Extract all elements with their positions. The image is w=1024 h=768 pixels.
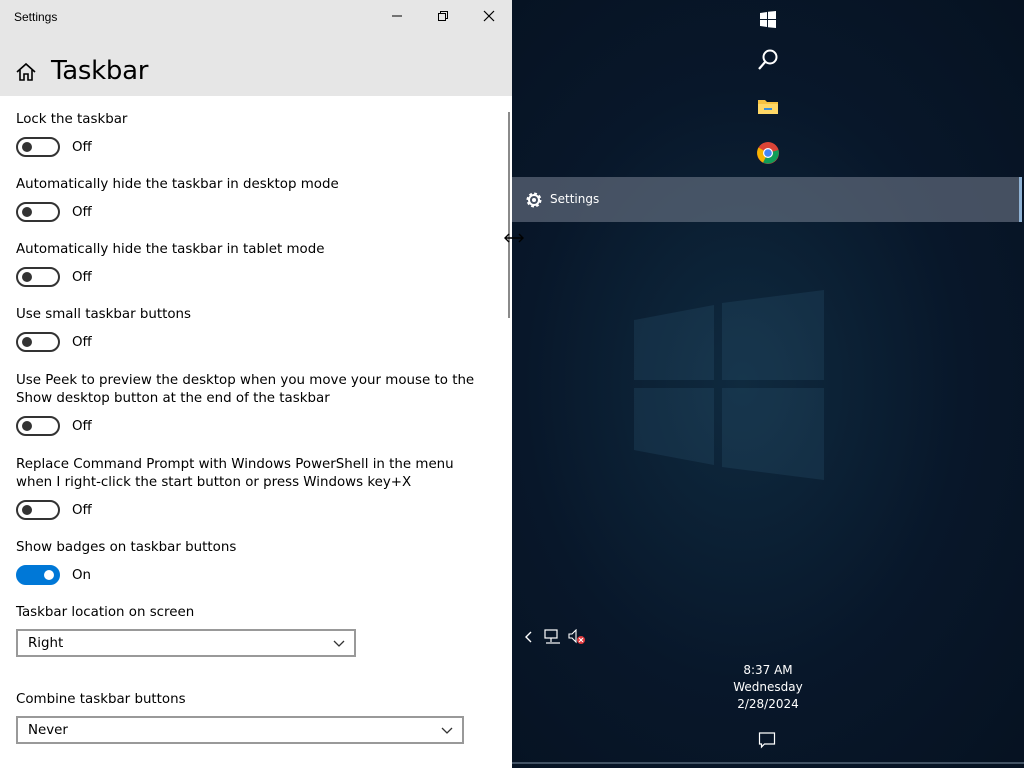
- setting-label-line2: when I right-click the start button or p…: [16, 475, 412, 490]
- setting-peek: Use Peek to preview the desktop when you…: [16, 372, 474, 436]
- close-button[interactable]: [466, 0, 512, 32]
- clock-time: 8:37 AM: [743, 663, 793, 677]
- toggle-state: Off: [72, 502, 92, 518]
- toggle-state: Off: [72, 418, 92, 434]
- app-title: Settings: [14, 10, 58, 24]
- taskbar: Settings 8:37 AM Wednesday 2/28/2024: [512, 0, 1024, 768]
- minimize-button[interactable]: [374, 0, 420, 32]
- chevron-down-icon: [333, 640, 345, 647]
- start-windows-icon[interactable]: [756, 8, 780, 32]
- peek-toggle[interactable]: [16, 416, 60, 436]
- setting-small-buttons: Use small taskbar buttons Off: [16, 306, 191, 352]
- small-buttons-toggle[interactable]: [16, 332, 60, 352]
- action-center-icon[interactable]: [758, 731, 776, 749]
- chevron-left-icon[interactable]: [522, 630, 536, 644]
- setting-label: Automatically hide the taskbar in deskto…: [16, 177, 339, 192]
- clock-day: Wednesday: [733, 680, 803, 694]
- home-icon[interactable]: [14, 60, 38, 84]
- toggle-state: Off: [72, 139, 92, 155]
- setting-label-line1: Replace Command Prompt with Windows Powe…: [16, 457, 454, 472]
- setting-label-line1: Use Peek to preview the desktop when you…: [16, 373, 475, 388]
- combine-label: Combine taskbar buttons: [16, 692, 186, 707]
- clock[interactable]: 8:37 AM Wednesday 2/28/2024: [512, 662, 1024, 713]
- title-bar: Settings Taskbar: [0, 0, 512, 96]
- resize-cursor-icon: [504, 233, 524, 243]
- taskbar-item-label: Settings: [550, 192, 600, 206]
- autohide-tablet-toggle[interactable]: [16, 267, 60, 287]
- toggle-state: Off: [72, 334, 92, 350]
- combine-buttons-dropdown[interactable]: Never: [16, 716, 464, 744]
- setting-label: Show badges on taskbar buttons: [16, 540, 237, 555]
- badges-toggle[interactable]: [16, 565, 60, 585]
- taskbar-edge: [512, 762, 1024, 764]
- toggle-state: On: [72, 567, 92, 583]
- restore-button[interactable]: [420, 0, 466, 32]
- setting-label: Use small taskbar buttons: [16, 307, 191, 322]
- autohide-desktop-toggle[interactable]: [16, 202, 60, 222]
- taskbar-location-dropdown[interactable]: Right: [16, 629, 356, 657]
- minimize-icon: [392, 15, 402, 17]
- dropdown-value: Right: [28, 636, 64, 651]
- file-explorer-icon[interactable]: [756, 94, 780, 118]
- setting-label-line2: Show desktop button at the end of the ta…: [16, 391, 330, 406]
- lock-taskbar-toggle[interactable]: [16, 137, 60, 157]
- network-icon[interactable]: [544, 629, 562, 645]
- toggle-state: Off: [72, 269, 92, 285]
- scrollbar[interactable]: [508, 112, 510, 318]
- powershell-toggle[interactable]: [16, 500, 60, 520]
- settings-window: Settings Taskbar Lock the taskbar Off Au…: [0, 0, 512, 768]
- settings-content: Lock the taskbar Off Automatically hide …: [0, 96, 506, 768]
- chevron-down-icon: [441, 727, 453, 734]
- page-title: Taskbar: [51, 56, 149, 86]
- restore-icon: [438, 11, 448, 21]
- setting-badges: Show badges on taskbar buttons On: [16, 539, 236, 585]
- setting-powershell: Replace Command Prompt with Windows Powe…: [16, 456, 454, 520]
- chrome-icon[interactable]: [756, 141, 780, 165]
- active-indicator: [1019, 177, 1022, 222]
- clock-date: 2/28/2024: [737, 697, 799, 711]
- gear-icon: [526, 192, 542, 208]
- setting-autohide-tablet: Automatically hide the taskbar in tablet…: [16, 241, 324, 287]
- toggle-state: Off: [72, 204, 92, 220]
- setting-autohide-desktop: Automatically hide the taskbar in deskto…: [16, 176, 339, 222]
- volume-muted-icon[interactable]: [568, 629, 586, 645]
- dropdown-value: Never: [28, 723, 68, 738]
- setting-lock-taskbar: Lock the taskbar Off: [16, 111, 127, 157]
- setting-label: Automatically hide the taskbar in tablet…: [16, 242, 325, 257]
- search-icon[interactable]: [756, 48, 780, 72]
- location-label: Taskbar location on screen: [16, 605, 195, 620]
- close-icon: [483, 10, 495, 22]
- taskbar-item-settings[interactable]: Settings: [512, 177, 1022, 222]
- setting-label: Lock the taskbar: [16, 112, 128, 127]
